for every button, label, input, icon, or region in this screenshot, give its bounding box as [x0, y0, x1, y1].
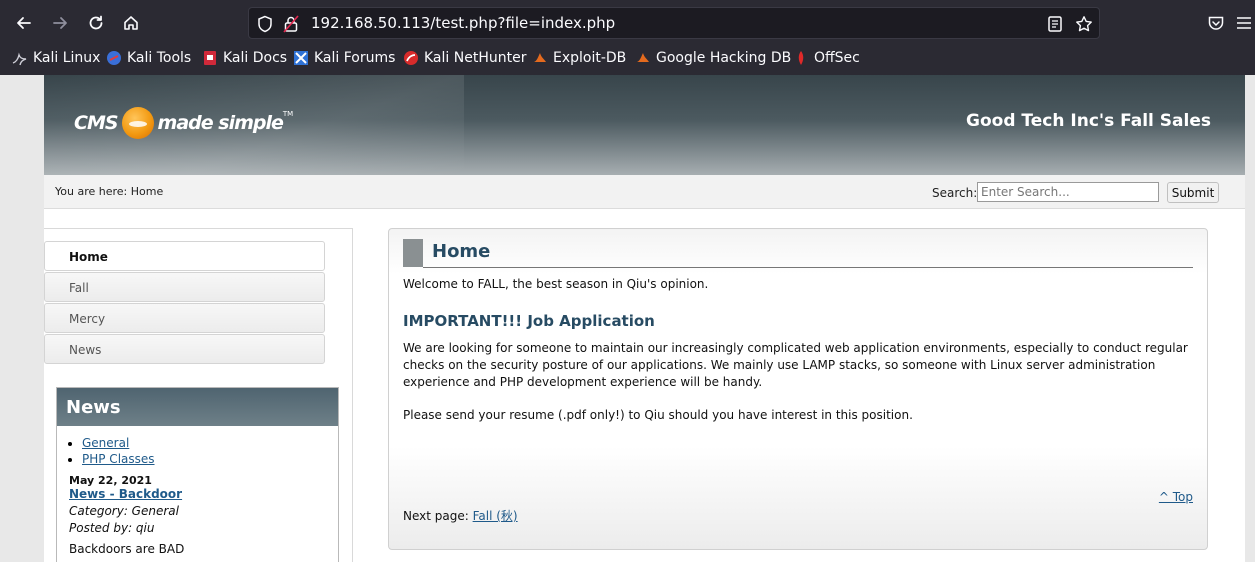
hamburger-menu-icon[interactable]	[1236, 14, 1252, 32]
title-accent-bar	[403, 239, 423, 267]
next-page-label: Next page:	[403, 509, 473, 523]
shield-icon[interactable]	[257, 15, 273, 33]
menu-item-news[interactable]: News	[44, 334, 325, 364]
job-application-heading: IMPORTANT!!! Job Application	[403, 312, 655, 330]
next-page-link[interactable]: Fall (秋)	[473, 509, 518, 523]
offsec-icon	[793, 50, 809, 66]
site-header: CMS made simple TM Good Tech Inc's Fall …	[44, 75, 1245, 175]
bookmark-offsec[interactable]: OffSec	[793, 50, 860, 66]
news-summary: Backdoors are BAD	[69, 542, 185, 556]
title-divider	[423, 267, 1193, 268]
logo-island-icon	[121, 107, 154, 139]
reader-view-icon[interactable]	[1047, 15, 1063, 33]
bookmark-kali-linux[interactable]: Kali Linux	[12, 50, 100, 66]
next-page: Next page: Fall (秋)	[403, 507, 518, 524]
site-title: Good Tech Inc's Fall Sales	[966, 111, 1211, 131]
main-content: Home Welcome to FALL, the best season in…	[388, 228, 1208, 550]
back-arrow-icon	[17, 17, 31, 29]
news-category-link-php-classes[interactable]: PHP Classes	[82, 452, 155, 466]
news-author: Posted by: qiu	[69, 521, 155, 535]
bookmark-kali-nethunter[interactable]: Kali NetHunter	[403, 50, 526, 66]
web-page: CMS made simple TM Good Tech Inc's Fall …	[0, 75, 1255, 562]
news-category-link-general[interactable]: General	[82, 436, 129, 450]
menu-item-home[interactable]: Home	[44, 241, 325, 271]
news-article-link[interactable]: News - Backdoor	[69, 487, 182, 501]
main-menu: Home Fall Mercy News	[44, 241, 325, 365]
url-bar[interactable]: 192.168.50.113/test.php?file=index.php	[248, 7, 1100, 39]
back-button[interactable]	[10, 9, 38, 37]
page-wrapper: CMS made simple TM Good Tech Inc's Fall …	[44, 75, 1245, 562]
back-to-top-link[interactable]: ^ Top	[1159, 490, 1193, 504]
news-category-list: General PHP Classes	[82, 436, 155, 468]
list-item: PHP Classes	[82, 452, 155, 466]
reload-icon	[89, 15, 103, 30]
kali-nethunter-icon	[403, 50, 419, 66]
welcome-text: Welcome to FALL, the best season in Qiu'…	[403, 277, 709, 291]
forward-button[interactable]	[46, 9, 74, 37]
news-box: News General PHP Classes May 22, 2021 Ne…	[56, 387, 339, 562]
sidebar: Home Fall Mercy News News General PHP Cl…	[44, 228, 353, 562]
home-icon	[124, 16, 138, 30]
bookmarks-toolbar: Kali Linux Kali Tools Kali Docs Kali For…	[0, 46, 1255, 72]
breadcrumb-bar: You are here: Home Search: Submit	[44, 175, 1245, 209]
cms-made-simple-logo[interactable]: CMS made simple TM	[74, 107, 293, 139]
forward-arrow-icon	[53, 17, 67, 29]
url-text[interactable]: 192.168.50.113/test.php?file=index.php	[311, 14, 615, 32]
insecure-lock-icon[interactable]	[283, 15, 299, 33]
bookmark-google-hacking-db[interactable]: Google Hacking DB	[635, 50, 791, 66]
kali-docs-icon	[202, 50, 218, 66]
ghdb-icon	[635, 50, 651, 66]
page-title: Home	[432, 241, 491, 262]
browser-chrome: 192.168.50.113/test.php?file=index.php K…	[0, 0, 1255, 75]
bookmark-kali-tools[interactable]: Kali Tools	[106, 50, 191, 66]
kali-dragon-icon	[12, 50, 28, 66]
news-category: Category: General	[69, 504, 179, 518]
bookmark-star-icon[interactable]	[1075, 15, 1093, 33]
job-description-paragraph: We are looking for someone to maintain o…	[403, 341, 1188, 389]
reload-button[interactable]	[82, 9, 110, 37]
search-label: Search:	[932, 186, 978, 200]
kali-forums-icon	[293, 50, 309, 66]
bookmark-exploit-db[interactable]: Exploit-DB	[532, 50, 626, 66]
news-heading: News	[57, 388, 338, 426]
search-input[interactable]	[977, 182, 1159, 202]
news-date: May 22, 2021	[69, 474, 152, 487]
pocket-icon[interactable]	[1207, 14, 1225, 32]
search-submit-button[interactable]: Submit	[1167, 182, 1219, 203]
home-button[interactable]	[117, 9, 145, 37]
bookmark-kali-forums[interactable]: Kali Forums	[293, 50, 395, 66]
list-item: General	[82, 436, 155, 450]
kali-tools-icon	[106, 50, 122, 66]
breadcrumb: You are here: Home	[55, 185, 164, 198]
bookmark-kali-docs[interactable]: Kali Docs	[202, 50, 287, 66]
menu-item-fall[interactable]: Fall	[44, 272, 325, 302]
exploit-db-icon	[532, 50, 548, 66]
resume-instructions-paragraph: Please send your resume (.pdf only!) to …	[403, 408, 913, 422]
menu-item-mercy[interactable]: Mercy	[44, 303, 325, 333]
